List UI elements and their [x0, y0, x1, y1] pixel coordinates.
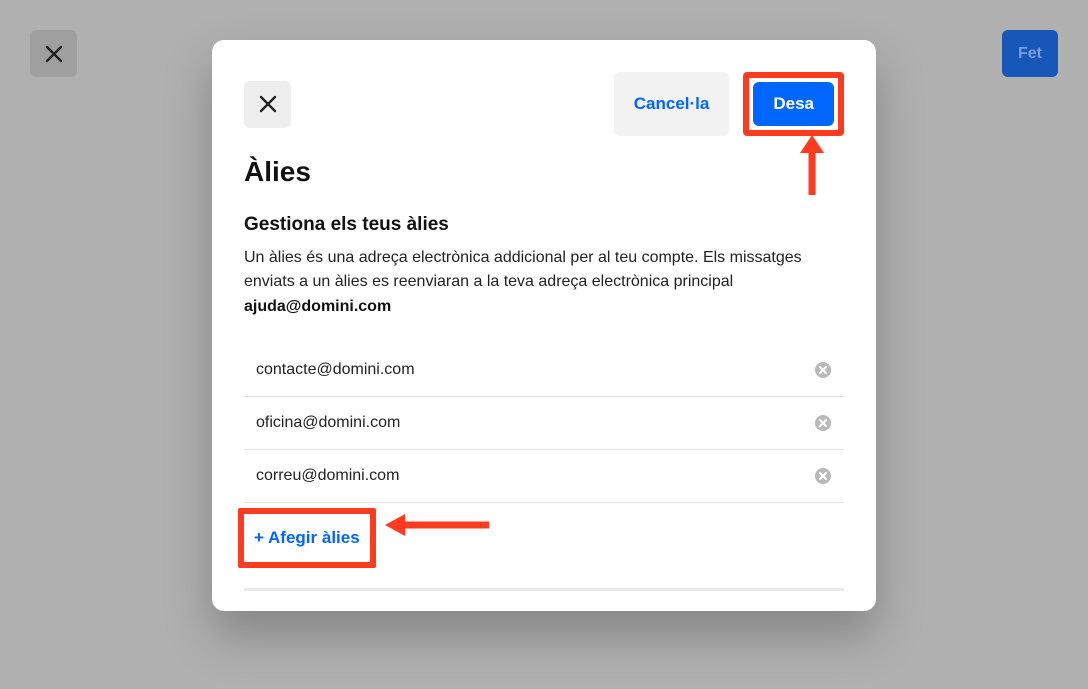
alias-email: correu@domini.com — [256, 467, 399, 485]
alias-item: correu@domini.com — [244, 450, 844, 503]
alias-list: contacte@domini.com oficina@domini.com c… — [212, 344, 876, 503]
alias-modal: Cancel·la Desa Àlies Gestiona els teus à… — [212, 40, 876, 611]
save-button[interactable]: Desa — [753, 82, 834, 126]
modal-description: Un àlies és una adreça electrònica addic… — [212, 246, 876, 294]
alias-email: oficina@domini.com — [256, 414, 400, 432]
remove-alias-button[interactable] — [814, 414, 832, 432]
remove-icon — [815, 362, 831, 378]
background-done-label: Fet — [1018, 45, 1042, 63]
modal-subtitle: Gestiona els teus àlies — [212, 214, 876, 236]
alias-item: contacte@domini.com — [244, 344, 844, 397]
cancel-button[interactable]: Cancel·la — [614, 72, 730, 136]
add-alias-highlight: + Afegir àlies — [238, 508, 376, 568]
remove-icon — [815, 468, 831, 484]
close-icon — [45, 45, 63, 63]
main-email: ajuda@domini.com — [212, 298, 876, 316]
modal-header: Cancel·la Desa — [212, 72, 876, 136]
remove-icon — [815, 415, 831, 431]
alias-item: oficina@domini.com — [244, 397, 844, 450]
remove-alias-button[interactable] — [814, 361, 832, 379]
background-close-button — [30, 30, 77, 77]
modal-title: Àlies — [212, 156, 876, 188]
modal-close-button[interactable] — [244, 81, 291, 128]
background-done-button: Fet — [1002, 30, 1058, 77]
close-icon — [259, 95, 277, 113]
modal-actions: Cancel·la Desa — [614, 72, 844, 136]
divider — [244, 588, 844, 591]
add-alias-button[interactable]: + Afegir àlies — [254, 528, 360, 548]
remove-alias-button[interactable] — [814, 467, 832, 485]
save-button-highlight: Desa — [743, 72, 844, 136]
alias-email: contacte@domini.com — [256, 361, 415, 379]
add-alias-row: + Afegir àlies — [212, 503, 876, 568]
